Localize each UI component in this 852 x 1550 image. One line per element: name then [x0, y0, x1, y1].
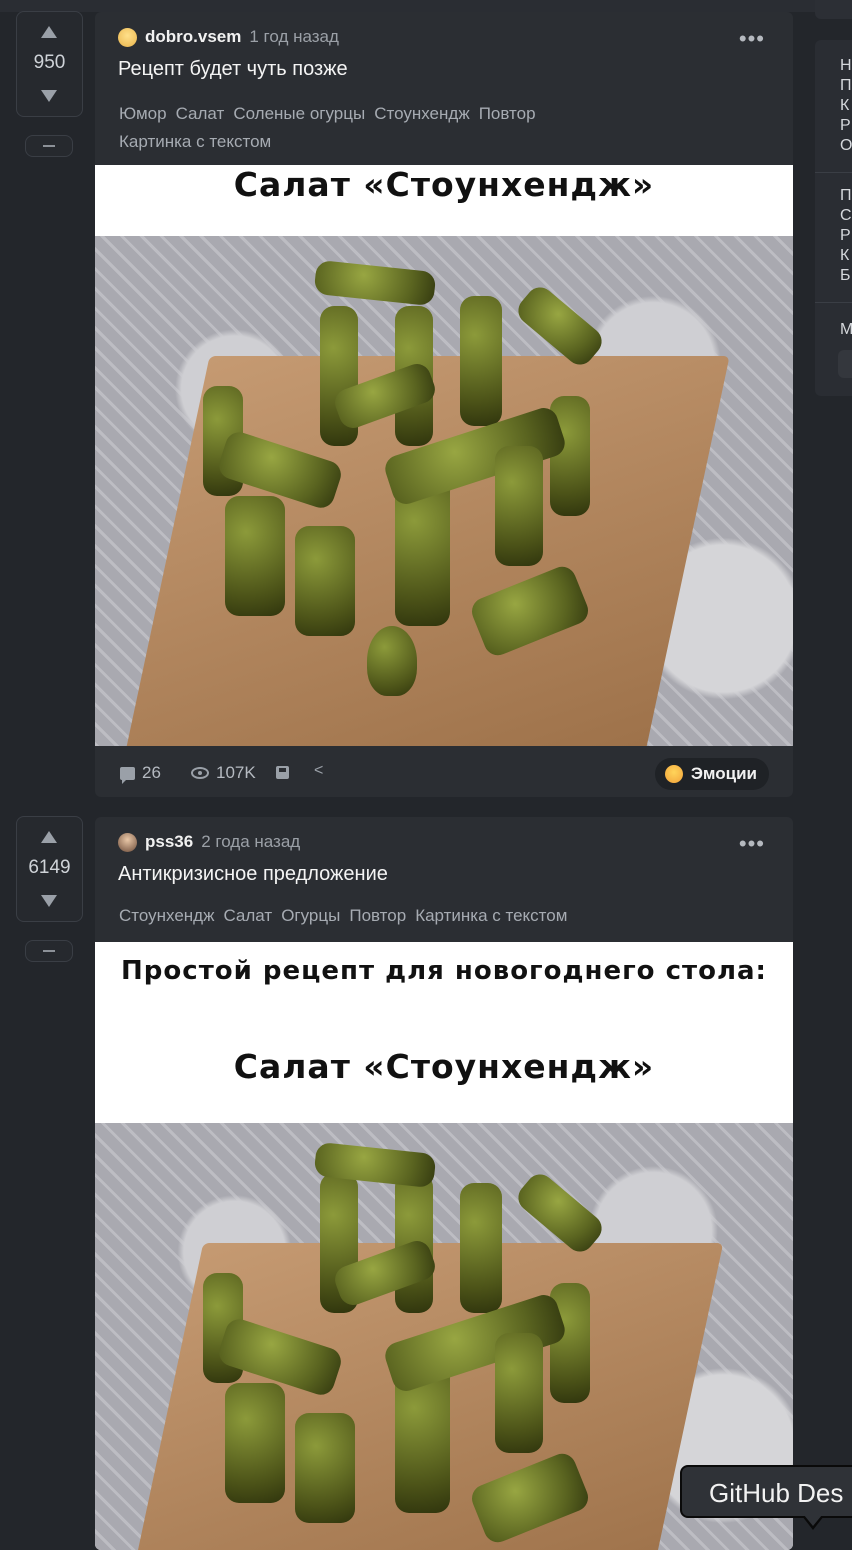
image-caption: Простой рецепт для новогоднего стола:	[121, 956, 767, 986]
tag[interactable]: Юмор	[119, 100, 167, 128]
author-row: dobro.vsem 1 год назад	[118, 27, 339, 47]
emotions-button[interactable]: Эмоции	[654, 758, 769, 790]
tag[interactable]: Картинка с текстом	[415, 902, 567, 930]
sidebar-top-block	[815, 0, 852, 19]
sidebar-item[interactable]: Н	[840, 57, 852, 74]
emoji-icon	[664, 765, 683, 783]
save-button[interactable]	[276, 766, 289, 779]
image-photo	[95, 236, 793, 746]
downvote-icon[interactable]	[41, 895, 57, 907]
sidebar-menu: П С Р К Б	[840, 186, 852, 286]
sidebar-item[interactable]: Р	[840, 227, 851, 244]
pickle	[460, 1183, 502, 1313]
sidebar-menu: М	[840, 320, 852, 340]
downvote-icon[interactable]	[41, 90, 57, 102]
tag[interactable]: Картинка с текстом	[119, 128, 271, 156]
tag[interactable]: Огурцы	[281, 902, 340, 930]
pickle	[295, 1413, 355, 1523]
share-button[interactable]: <	[314, 762, 323, 780]
story-score: 950	[33, 52, 66, 73]
sidebar-button[interactable]	[838, 350, 852, 378]
post-date: 2 года назад	[201, 832, 301, 851]
vote-panel: 950	[16, 11, 83, 117]
sidebar-item[interactable]: Б	[840, 267, 851, 284]
more-icon[interactable]: •••	[739, 831, 765, 857]
image-caption: Салат «Стоунхендж»	[233, 1047, 655, 1086]
sidebar-divider	[815, 302, 852, 303]
post-date: 1 год назад	[249, 27, 339, 46]
author-name[interactable]: dobro.vsem	[145, 27, 241, 47]
pickle	[295, 526, 355, 636]
pickle	[367, 626, 417, 696]
tag[interactable]: Повтор	[479, 100, 536, 128]
sidebar-item[interactable]: П	[840, 77, 852, 94]
story-card: pss36 2 года назад ••• Антикризисное пре…	[95, 817, 793, 1550]
tag-list: Стоунхендж Салат Огурцы Повтор Картинка с те…	[119, 902, 739, 930]
sidebar-item[interactable]: П	[840, 187, 852, 204]
save-icon	[276, 766, 289, 779]
pickle	[225, 496, 285, 616]
right-sidebar: Н П К Р О П С Р К Б М	[815, 40, 852, 396]
author-name[interactable]: pss36	[145, 832, 193, 852]
avatar[interactable]	[118, 832, 137, 852]
upvote-icon[interactable]	[41, 26, 57, 38]
sidebar-menu: Н П К Р О	[840, 56, 852, 156]
emotions-label: Эмоции	[690, 764, 757, 783]
sidebar-item[interactable]: Р	[840, 117, 851, 134]
story-header: dobro.vsem 1 год назад ••• Рецепт будет …	[95, 12, 793, 162]
tag[interactable]: Стоунхендж	[374, 100, 469, 128]
tooltip-text: GitHub Des	[709, 1478, 844, 1508]
tag[interactable]: Соленые огурцы	[233, 100, 365, 128]
pickle	[460, 296, 502, 426]
sidebar-item[interactable]: С	[840, 207, 852, 224]
views-stat: 107K	[191, 763, 256, 783]
more-icon[interactable]: •••	[739, 26, 765, 52]
pickle	[313, 259, 437, 307]
sidebar-item[interactable]: К	[840, 247, 849, 264]
app-tooltip: GitHub Des	[680, 1465, 852, 1530]
sidebar-divider	[815, 172, 852, 173]
story-title[interactable]: Антикризисное предложение	[118, 863, 388, 886]
hide-story-button[interactable]	[25, 135, 73, 157]
comment-icon	[120, 766, 135, 784]
tag[interactable]: Повтор	[349, 902, 406, 930]
story-header: pss36 2 года назад ••• Антикризисное пре…	[95, 817, 793, 939]
story-card: dobro.vsem 1 год назад ••• Рецепт будет …	[95, 12, 793, 797]
sidebar-item[interactable]: О	[840, 137, 852, 154]
pickle	[495, 446, 543, 566]
sidebar-item[interactable]: К	[840, 97, 849, 114]
tooltip-tail-inner	[804, 1515, 822, 1526]
vote-panel: 6149	[16, 816, 83, 922]
avatar[interactable]	[118, 27, 137, 47]
story-score: 6149	[28, 857, 71, 878]
sidebar-item[interactable]: М	[840, 321, 852, 338]
tag[interactable]: Салат	[176, 100, 225, 128]
story-title[interactable]: Рецепт будет чуть позже	[118, 58, 348, 81]
author-row: pss36 2 года назад	[118, 832, 300, 852]
views-icon	[191, 767, 209, 779]
story-image[interactable]: Простой рецепт для новогоднего стола: Са…	[95, 942, 793, 1550]
tag[interactable]: Салат	[223, 902, 272, 930]
hide-story-button[interactable]	[25, 940, 73, 962]
comments-link[interactable]: 26	[120, 763, 161, 784]
comments-count: 26	[142, 763, 161, 782]
pickle	[495, 1333, 543, 1453]
views-count: 107K	[216, 763, 256, 782]
pickle	[225, 1383, 285, 1503]
story-footer: 26 107K < Эмоции	[95, 746, 793, 797]
tag[interactable]: Стоунхендж	[119, 902, 214, 930]
share-icon: <	[314, 762, 324, 779]
top-strip	[0, 0, 852, 12]
tag-list: Юмор Салат Соленые огурцы Стоунхендж Повтор К…	[119, 100, 679, 156]
upvote-icon[interactable]	[41, 831, 57, 843]
image-caption: Салат «Стоунхендж»	[233, 165, 655, 204]
story-image[interactable]: Салат «Стоунхендж»	[95, 165, 793, 746]
